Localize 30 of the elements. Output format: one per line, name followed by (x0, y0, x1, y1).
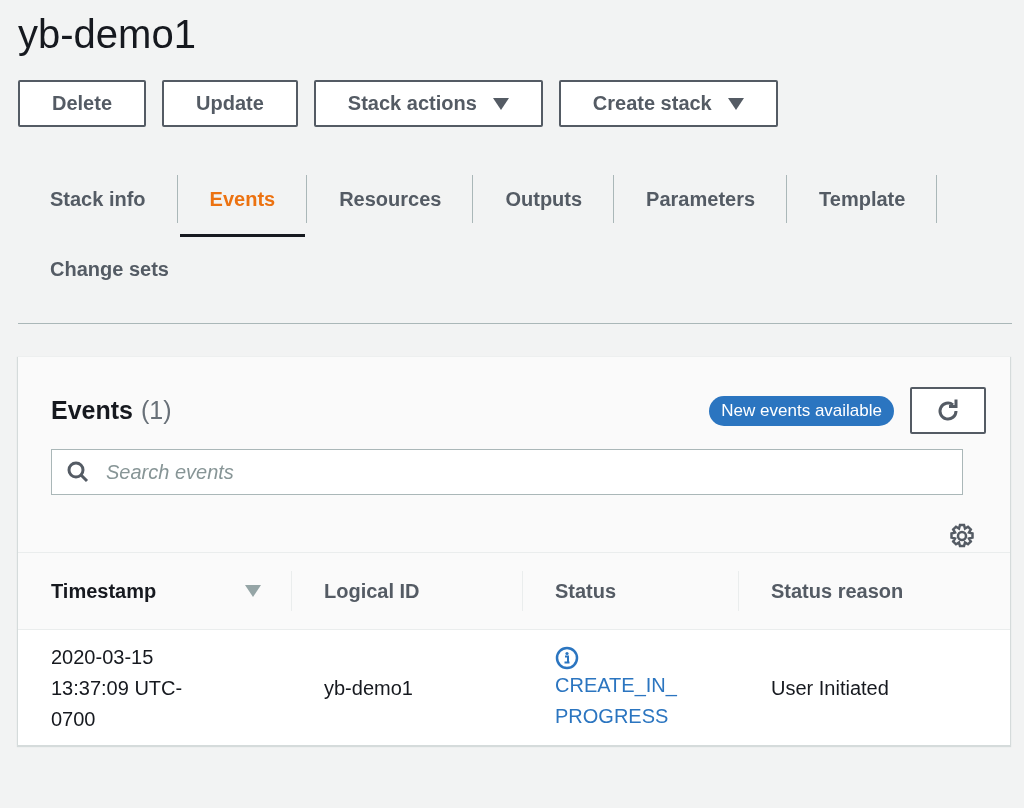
caret-icon (727, 97, 744, 110)
search-icon (67, 461, 89, 483)
tab[interactable]: Parameters (614, 161, 788, 237)
tab[interactable]: Template (787, 161, 938, 237)
tab[interactable]: Change sets (18, 237, 201, 301)
settings-icon[interactable] (949, 523, 975, 549)
column-header[interactable]: Status (555, 579, 617, 603)
page-title: yb-demo1 (18, 11, 197, 58)
action-button[interactable]: Delete (18, 80, 147, 127)
event-count: (1) (141, 396, 172, 425)
panel-title: Events (51, 396, 133, 425)
column-header[interactable]: Timestamp (51, 579, 157, 603)
table-cell-text: 2020-03-15 13:37:09 UTC-0700 (51, 645, 184, 732)
column-header[interactable]: Logical ID (324, 579, 420, 603)
caret-icon (492, 97, 509, 110)
refresh-button[interactable] (910, 387, 986, 434)
action-button[interactable]: Stack actions (313, 80, 543, 127)
info-icon (555, 645, 579, 670)
table-cell: yb-demo1 (291, 629, 522, 745)
table-cell: User Initiated (738, 629, 1010, 745)
action-button[interactable]: Update (162, 80, 298, 127)
tab[interactable]: Resources (307, 161, 474, 237)
action-button[interactable]: Create stack (558, 80, 778, 127)
tab[interactable]: Outputs (473, 161, 615, 237)
search-field[interactable]: Search events (51, 449, 963, 495)
new-events-badge: New events available (709, 395, 894, 426)
column-header[interactable]: Status reason (771, 579, 904, 603)
refresh-icon (935, 397, 961, 424)
tab[interactable]: Stack info (18, 161, 178, 237)
status-text: CREATE_IN_PROGRESS (555, 672, 678, 729)
